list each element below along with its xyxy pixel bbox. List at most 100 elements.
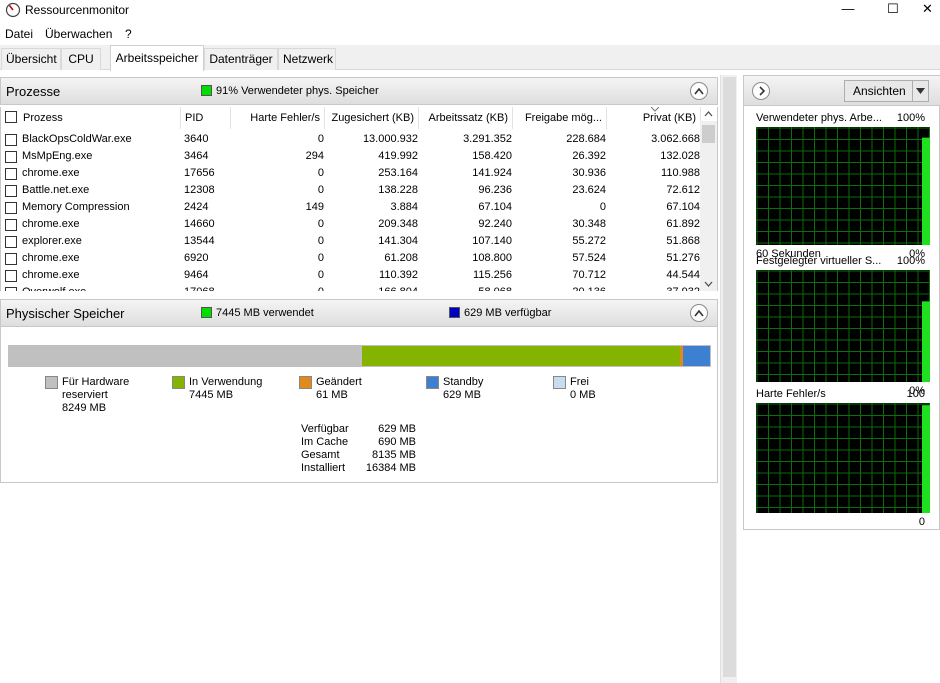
close-button[interactable]: ✕ [915, 0, 940, 22]
tab-cpu[interactable]: CPU [61, 48, 101, 70]
menu-ueberwachen[interactable]: Überwachen [45, 27, 112, 41]
cell-arbeitssatz: 141.924 [472, 167, 512, 179]
stat-text: 91% Verwendeter phys. Speicher [216, 85, 379, 97]
graph-level-fill [922, 137, 930, 245]
row-checkbox[interactable] [5, 202, 17, 214]
col-pid[interactable]: PID [181, 107, 231, 129]
tab-datentraeger[interactable]: Datenträger [204, 48, 278, 70]
chevron-down-icon [916, 88, 925, 94]
cell-privat: 132.028 [660, 150, 700, 162]
cell-arbeitssatz: 107.140 [472, 235, 512, 247]
main-scroll-thumb[interactable] [723, 77, 736, 677]
row-checkbox[interactable] [5, 219, 17, 231]
graph-max-label: 100 [906, 388, 925, 400]
legend-text: In Verwendung 7445 MB [189, 376, 262, 402]
summary-label: Im Cache [301, 436, 349, 448]
col-harte-fehler[interactable]: Harte Fehler/s [231, 107, 325, 129]
available-text: 629 MB verfügbar [464, 307, 552, 319]
menu-datei[interactable]: Datei [5, 27, 33, 41]
tab-netzwerk[interactable]: Netzwerk [278, 48, 336, 70]
cell-harte-fehler: 0 [317, 252, 324, 264]
scroll-up-icon[interactable] [704, 111, 713, 117]
table-row[interactable]: MsMpEng.exe 3464 294 419.992 158.420 26.392 13… [1, 148, 701, 165]
cell-prozess: BlackOpsColdWar.exe [22, 133, 132, 145]
table-row[interactable]: chrome.exe 17656 0 253.164 141.924 30.936 110.… [1, 165, 701, 182]
cell-arbeitssatz: 108.800 [472, 252, 512, 264]
select-all-checkbox[interactable] [5, 111, 17, 123]
cell-pid: 14660 [184, 218, 215, 230]
graph-grid [756, 270, 930, 382]
graphs-header: Ansichten [744, 76, 940, 106]
menu-help[interactable]: ? [125, 27, 132, 41]
table-row[interactable]: BlackOpsColdWar.exe 3640 0 13.000.932 3.291.… [1, 131, 701, 148]
table-row[interactable]: chrome.exe 6920 0 61.208 108.800 57.524 51.276 [1, 250, 701, 267]
cell-harte-fehler: 149 [305, 201, 324, 213]
tab-arbeitsspeicher[interactable]: Arbeitsspeicher [110, 45, 204, 71]
processes-header[interactable]: Prozesse 91% Verwendeter phys. Speicher [0, 77, 718, 105]
cell-harte-fehler: 0 [317, 133, 324, 145]
cell-pid: 3464 [184, 150, 209, 162]
cell-freigabe: 30.348 [572, 218, 606, 230]
row-checkbox[interactable] [5, 270, 17, 282]
legend-swatch [553, 376, 566, 389]
cell-pid: 9464 [184, 269, 209, 281]
col-arbeitssatz[interactable]: Arbeitssatz (KB) [419, 107, 513, 129]
table-row[interactable]: chrome.exe 14660 0 209.348 92.240 30.348 61.89… [1, 216, 701, 233]
table-row[interactable]: chrome.exe 9464 0 110.392 115.256 70.712 44.54… [1, 267, 701, 284]
row-checkbox[interactable] [5, 151, 17, 163]
cell-prozess: explorer.exe [22, 235, 82, 247]
expand-graphs-button[interactable] [752, 82, 770, 100]
views-dropdown[interactable]: Ansichten [844, 80, 929, 102]
row-checkbox[interactable] [5, 253, 17, 265]
table-row[interactable]: Overwolf.exe170680 166.804 58.068 20.136 37.… [1, 284, 701, 291]
process-scroll-thumb[interactable] [702, 125, 715, 143]
cell-prozess: chrome.exe [22, 218, 80, 230]
collapse-processes-button[interactable] [690, 82, 708, 100]
table-row[interactable]: Battle.net.exe 12308 0 138.228 96.236 23.624 7… [1, 182, 701, 199]
scroll-down-icon[interactable] [704, 281, 713, 287]
legend-value: 8249 MB [62, 402, 107, 414]
row-checkbox[interactable] [5, 287, 17, 291]
cell-privat: 44.544 [666, 269, 700, 281]
minimize-button[interactable]: — [825, 0, 871, 22]
process-scrollbar[interactable] [700, 111, 717, 291]
processes-stat: 91% Verwendeter phys. Speicher [201, 84, 379, 97]
cell-arbeitssatz: 3.291.352 [463, 133, 512, 145]
graphs-panel: Ansichten Verwendeter phys. Arbe... 100% 6… [743, 75, 940, 530]
cell-zugesichert: 138.228 [378, 184, 418, 196]
main-scrollbar[interactable] [720, 75, 737, 683]
table-row[interactable]: Memory Compression 2424 149 3.884 67.104 0 67.… [1, 199, 701, 216]
views-dropdown-arrow[interactable] [912, 81, 928, 101]
graph-max-label: 100% [896, 255, 925, 267]
cell-freigabe: 228.684 [566, 133, 606, 145]
col-freigabe[interactable]: Freigabe mög... [513, 107, 607, 129]
table-row[interactable]: explorer.exe 13544 0 141.304 107.140 55.272 51… [1, 233, 701, 250]
cell-freigabe: 23.624 [572, 184, 606, 196]
cell-zugesichert: 110.392 [379, 269, 418, 281]
col-zugesichert[interactable]: Zugesichert (KB) [325, 107, 419, 129]
physical-memory-header[interactable]: Physischer Speicher 7445 MB verwendet 62… [0, 299, 718, 327]
legend-label-2: reserviert [62, 389, 108, 401]
row-checkbox[interactable] [5, 236, 17, 248]
row-checkbox[interactable] [5, 134, 17, 146]
row-checkbox[interactable] [5, 185, 17, 197]
cell-freigabe: 57.524 [572, 252, 606, 264]
maximize-button[interactable]: ☐ [870, 0, 916, 22]
views-label: Ansichten [853, 84, 906, 98]
chevron-up-icon [694, 87, 704, 95]
legend-label: In Verwendung [189, 376, 263, 388]
legend-value: 7445 MB [189, 389, 234, 401]
graph-min-label: 0 [918, 516, 925, 528]
sort-descending-icon [651, 107, 659, 112]
collapse-memory-button[interactable] [690, 304, 708, 322]
graph-title: Verwendeter phys. Arbe... [756, 112, 882, 124]
graph-level-fill [922, 405, 930, 513]
cell-harte-fehler: 0 [234, 286, 324, 291]
row-checkbox[interactable] [5, 168, 17, 180]
physical-memory-title: Physischer Speicher [6, 306, 125, 321]
processes-title: Prozesse [6, 84, 61, 99]
tab-uebersicht[interactable]: Übersicht [1, 48, 61, 70]
legend-text: Standby 629 MB [443, 376, 483, 402]
cell-harte-fehler: 0 [317, 167, 324, 179]
col-prozess[interactable]: Prozess [19, 107, 181, 129]
